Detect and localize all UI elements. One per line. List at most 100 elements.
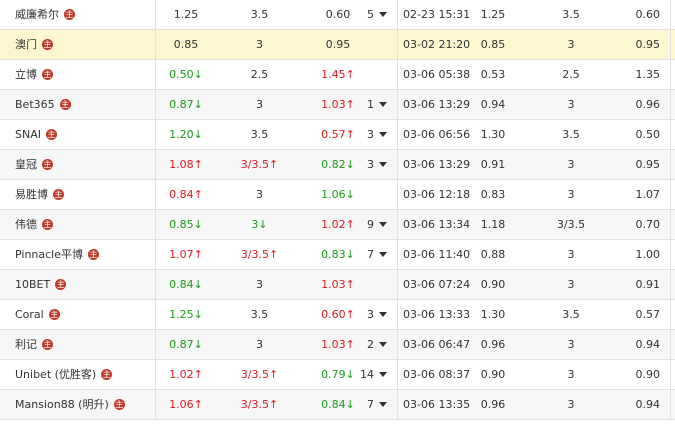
update-time: 03-06 12:18 [403,188,471,201]
change-count-dropdown[interactable]: 5 [360,0,398,30]
current-home-odds: 0.90 [480,368,506,381]
bookmaker-name[interactable]: SNAI [15,128,41,141]
bookmaker-name-cell[interactable]: 利记主 [0,330,156,360]
change-count-dropdown[interactable]: 7 [360,240,398,270]
initial-home-odds: 1.25 [173,8,199,21]
caret-down-icon[interactable] [379,101,387,107]
change-count-dropdown[interactable]: 14 [360,360,398,390]
caret-down-icon[interactable] [379,221,387,227]
bookmaker-name-cell[interactable]: SNAI 主 [0,120,156,150]
current-handicap: 3 [567,158,575,171]
initial-handicap: 3 [256,338,263,351]
change-count-dropdown[interactable]: 3 [360,150,398,180]
current-handicap: 3 [567,398,575,411]
bookmaker-name[interactable]: 伟德 [15,218,37,231]
update-time: 03-06 13:35 [403,398,471,411]
bookmaker-name[interactable]: 立博 [15,68,37,81]
home-badge-icon: 主 [42,68,53,80]
bookmaker-name-cell[interactable]: 10BET 主 [0,270,156,300]
caret-down-icon[interactable] [379,401,387,407]
update-time: 03-06 13:34 [403,218,471,231]
caret-down-icon[interactable] [379,131,387,137]
change-count: 3 [367,128,374,141]
change-count-dropdown[interactable]: 9 [360,210,398,240]
row-divider [670,300,675,330]
table-row[interactable]: 立博主 0.50↓ 2.5 1.45↑ 03-06 05:38 0.53 2.5… [0,60,675,90]
initial-handicap: 3.5 [250,308,269,321]
current-away-odds: 1.35 [635,68,661,81]
bookmaker-name[interactable]: 易胜博 [15,188,48,201]
bookmaker-name[interactable]: Unibet (优胜客) [15,368,96,381]
table-row[interactable]: 10BET 主 0.84↓ 3 1.03↑ 03-06 07:24 0.90 3 … [0,270,675,300]
bookmaker-name-cell[interactable]: Pinnacle平博主 [0,240,156,270]
row-divider [670,210,675,240]
change-count: 2 [367,338,374,351]
table-row[interactable]: Coral 主 1.25↓ 3.5 0.60↑ 3 03-06 13:33 1.3… [0,300,675,330]
change-count-dropdown [360,180,398,210]
update-time: 03-06 13:29 [403,98,471,111]
table-row[interactable]: 易胜博主 0.84↑ 3 1.06↓ 03-06 12:18 0.83 3 1.… [0,180,675,210]
table-row[interactable]: SNAI 主 1.20↓ 3.5 0.57↑ 3 03-06 06:56 1.30… [0,120,675,150]
change-count-dropdown[interactable]: 1 [360,90,398,120]
bookmaker-name-cell[interactable]: Mansion88 (明升) 主 [0,390,156,420]
bookmaker-name-cell[interactable]: 威廉希尔主 [0,0,156,30]
caret-down-icon[interactable] [379,341,387,347]
bookmaker-name[interactable]: Bet365 [15,98,55,111]
bookmaker-name-cell[interactable]: Unibet (优胜客) 主 [0,360,156,390]
bookmaker-name[interactable]: Pinnacle平博 [15,248,83,261]
change-count-dropdown[interactable]: 2 [360,330,398,360]
current-handicap: 3/3.5 [556,218,586,231]
bookmaker-name[interactable]: 澳门 [15,38,37,51]
bookmaker-name-cell[interactable]: 皇冠主 [0,150,156,180]
row-divider [670,90,675,120]
change-count: 9 [367,218,374,231]
table-row[interactable]: 利记主 0.87↓ 3 1.03↑ 2 03-06 06:47 0.96 3 0… [0,330,675,360]
caret-down-icon[interactable] [379,311,387,317]
bookmaker-name[interactable]: 10BET [15,278,50,291]
bookmaker-name[interactable]: Coral [15,308,44,321]
change-count: 3 [367,158,374,171]
bookmaker-name-cell[interactable]: 立博主 [0,60,156,90]
caret-down-icon[interactable] [379,11,387,17]
home-badge-icon: 主 [48,308,60,320]
home-badge-icon: 主 [42,38,53,50]
bookmaker-name[interactable]: 利记 [15,338,37,351]
table-row[interactable]: Mansion88 (明升) 主 1.06↑ 3/3.5↑ 0.84↓ 7 03-… [0,390,675,420]
caret-down-icon[interactable] [379,161,387,167]
bookmaker-name-cell[interactable]: 澳门主 [0,30,156,60]
initial-handicap: 3 [256,188,263,201]
bookmaker-name-cell[interactable]: Coral 主 [0,300,156,330]
initial-home-odds: 1.08↑ [169,158,203,171]
row-divider [670,60,675,90]
change-count: 5 [367,8,374,21]
table-row[interactable]: 威廉希尔主 1.25 3.5 0.60 5 02-23 15:31 1.25 3… [0,0,675,30]
bookmaker-name-cell[interactable]: 伟德主 [0,210,156,240]
caret-down-icon[interactable] [379,251,387,257]
update-time: 03-06 08:37 [403,368,471,381]
table-row[interactable]: Pinnacle平博主 1.07↑ 3/3.5↑ 0.83↓ 7 03-06 1… [0,240,675,270]
caret-down-icon[interactable] [379,371,387,377]
table-row[interactable]: 伟德主 0.85↓ 3↓ 1.02↑ 9 03-06 13:34 1.18 3/… [0,210,675,240]
home-badge-icon: 主 [101,368,113,380]
current-home-odds: 1.30 [480,308,506,321]
odds-table: 威廉希尔主 1.25 3.5 0.60 5 02-23 15:31 1.25 3… [0,0,675,420]
change-count-dropdown[interactable]: 3 [360,300,398,330]
table-row[interactable]: Unibet (优胜客) 主 1.02↑ 3/3.5↑ 0.79↓ 14 03-0… [0,360,675,390]
table-row[interactable]: 皇冠主 1.08↑ 3/3.5↑ 0.82↓ 3 03-06 13:29 0.9… [0,150,675,180]
bookmaker-name[interactable]: 威廉希尔 [15,8,59,21]
table-row[interactable]: Bet365 主 0.87↓ 3 1.03↑ 1 03-06 13:29 0.94… [0,90,675,120]
bookmaker-name-cell[interactable]: Bet365 主 [0,90,156,120]
initial-home-odds: 1.25↓ [169,308,203,321]
current-home-odds: 0.85 [480,38,506,51]
bookmaker-name[interactable]: Mansion88 (明升) [15,398,109,411]
current-handicap: 3 [567,98,575,111]
bookmaker-name[interactable]: 皇冠 [15,158,37,171]
home-badge-icon: 主 [53,188,64,200]
bookmaker-name-cell[interactable]: 易胜博主 [0,180,156,210]
current-handicap: 3 [567,338,575,351]
change-count-dropdown [360,270,398,300]
table-row[interactable]: 澳门主 0.85 3 0.95 03-02 21:20 0.85 3 0.95 [0,30,675,60]
change-count-dropdown[interactable]: 3 [360,120,398,150]
update-time: 03-06 13:33 [403,308,471,321]
change-count-dropdown[interactable]: 7 [360,390,398,420]
